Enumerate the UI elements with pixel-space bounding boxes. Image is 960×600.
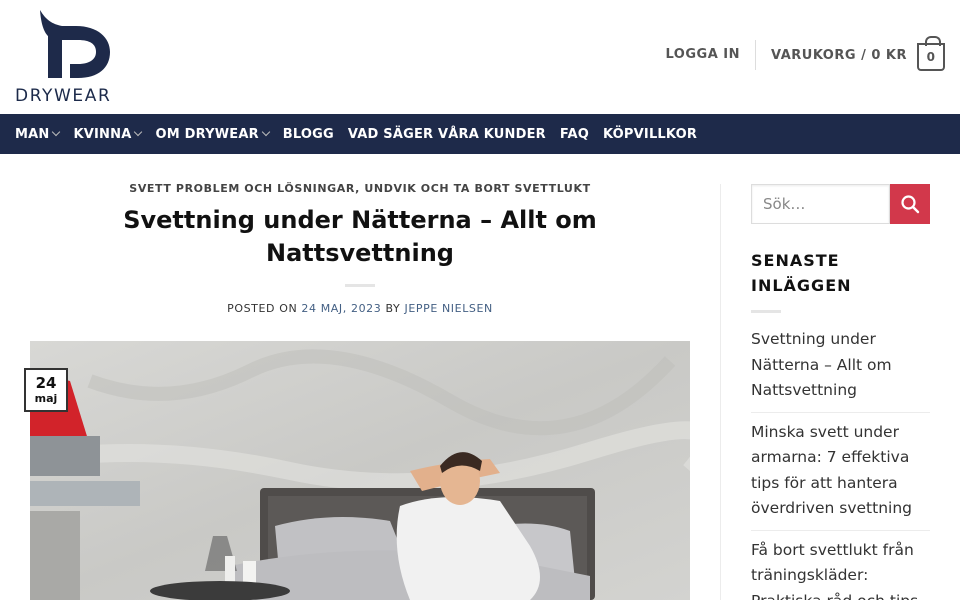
- search-icon: [901, 195, 920, 214]
- search-form: [751, 184, 930, 224]
- cart-label: VARUKORG / 0 KR: [771, 47, 907, 63]
- nav-item-label: KÖPVILLKOR: [602, 126, 698, 142]
- nav-item-kunder[interactable]: VAD SÄGER VÅRA KUNDER: [348, 127, 546, 142]
- nav-item-label: VAD SÄGER VÅRA KUNDER: [347, 126, 546, 142]
- search-input[interactable]: [751, 184, 890, 224]
- featured-image-illustration: [30, 341, 690, 600]
- logo-wordmark: DRYWEAR: [15, 86, 112, 106]
- chevron-down-icon: [261, 127, 271, 137]
- nav-item-man[interactable]: MAN: [15, 126, 61, 142]
- nav-item-label: MAN: [15, 126, 50, 142]
- nav-item-label: OM DRYWEAR: [155, 126, 259, 142]
- article-category[interactable]: SVETT PROBLEM OCH LÖSNINGAR, UNDVIK OCH …: [30, 182, 690, 195]
- recent-posts-title: SENASTE INLÄGGEN: [751, 251, 852, 295]
- post-date-link[interactable]: 24 MAJ, 2023: [301, 302, 381, 315]
- nav-item-kopvillkor[interactable]: KÖPVILLKOR: [603, 127, 697, 142]
- author-link[interactable]: JEPPE NIELSEN: [404, 302, 492, 315]
- cart-link[interactable]: VARUKORG / 0 KR 0: [756, 36, 945, 71]
- posted-on-label: POSTED ON: [227, 302, 298, 315]
- title-divider: [345, 284, 375, 287]
- header-account-area: LOGGA IN VARUKORG / 0 KR 0: [665, 36, 945, 72]
- by-label: BY: [385, 302, 401, 315]
- recent-posts-list: Svettning under Nätterna – Allt om Natts…: [751, 327, 930, 600]
- nav-item-faq[interactable]: FAQ: [560, 127, 589, 142]
- nav-item-kvinna[interactable]: KVINNA: [73, 126, 143, 142]
- login-link[interactable]: LOGGA IN: [665, 40, 757, 70]
- nav-item-label: BLOGG: [282, 126, 334, 142]
- widget-divider: [751, 310, 781, 313]
- sidebar: SENASTE INLÄGGEN Svettning under Nättern…: [751, 184, 930, 600]
- article-meta: POSTED ON 24 MAJ, 2023 BY JEPPE NIELSEN: [30, 302, 690, 315]
- nav-item-om-drywear[interactable]: OM DRYWEAR: [155, 126, 271, 142]
- logo-mark-icon: [40, 10, 110, 78]
- search-button[interactable]: [890, 184, 930, 224]
- site-header: DRYWEAR LOGGA IN VARUKORG / 0 KR 0: [0, 0, 960, 114]
- article: SVETT PROBLEM OCH LÖSNINGAR, UNDVIK OCH …: [30, 154, 690, 600]
- recent-post-link[interactable]: Minska svett under armarna: 7 effektiva …: [751, 413, 930, 531]
- nav-item-blogg[interactable]: BLOGG: [283, 127, 334, 142]
- sidebar-divider: [720, 184, 721, 600]
- chevron-down-icon: [52, 127, 61, 137]
- date-badge-month: maj: [34, 392, 58, 405]
- nav-item-label: KVINNA: [73, 126, 132, 142]
- main-nav: MAN KVINNA OM DRYWEAR BLOGG VAD SÄGER VÅ…: [0, 114, 960, 154]
- cart-count-badge[interactable]: 0: [917, 36, 945, 71]
- article-title: Svettning under Nätterna – Allt om Natts…: [123, 206, 597, 267]
- featured-image: [30, 341, 690, 600]
- date-badge-day: 24: [35, 374, 57, 392]
- date-badge: 24 maj: [24, 368, 68, 412]
- nav-item-label: FAQ: [559, 126, 589, 142]
- chevron-down-icon: [134, 127, 143, 137]
- brand-logo[interactable]: DRYWEAR: [14, 10, 136, 106]
- recent-post-link[interactable]: Få bort svettlukt från träningskläder: P…: [751, 531, 930, 600]
- recent-post-link[interactable]: Svettning under Nätterna – Allt om Natts…: [751, 327, 930, 413]
